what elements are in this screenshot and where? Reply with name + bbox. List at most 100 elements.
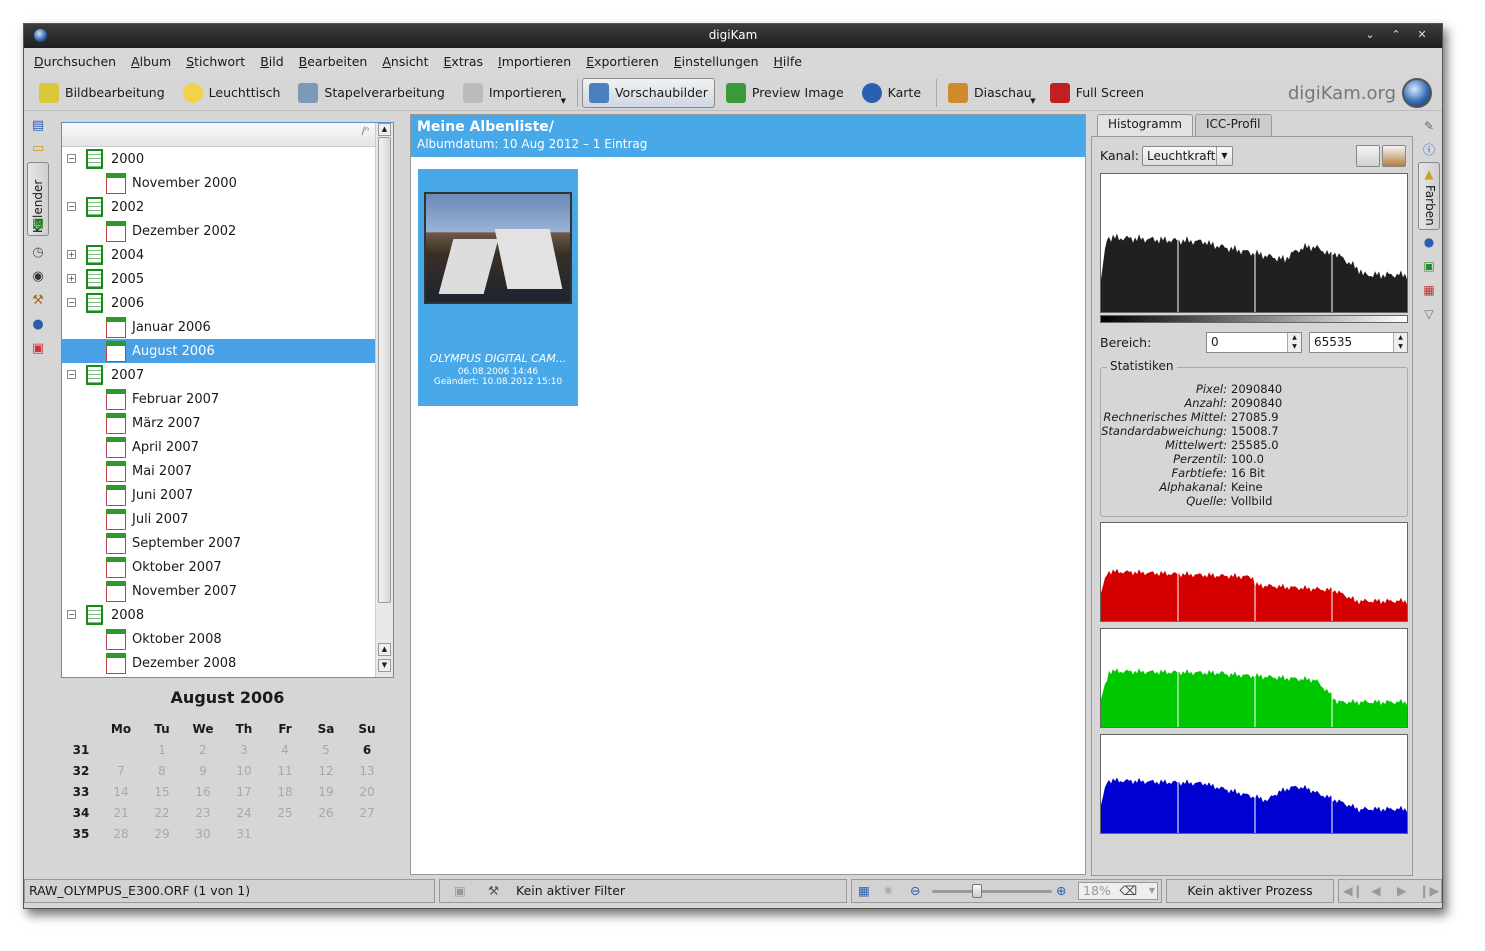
zoom-100-icon[interactable]: ◉ <box>884 880 893 902</box>
menu-einstellungen[interactable]: Einstellungen <box>674 54 759 69</box>
calendar-day[interactable]: 14 <box>101 785 141 799</box>
calendar-day[interactable]: 30 <box>183 827 223 841</box>
tree-month-item[interactable]: Oktober 2008 <box>62 627 376 651</box>
channel-select[interactable]: Leuchtkraft ▼ <box>1142 146 1233 166</box>
previous-image-icon[interactable]: ◀ <box>1371 880 1381 902</box>
timeline-icon[interactable]: ◷ <box>29 245 47 261</box>
tree-year-item[interactable]: +2004 <box>62 243 376 267</box>
tree-month-item[interactable]: März 2007 <box>62 411 376 435</box>
versions-icon[interactable]: ▣ <box>1421 258 1437 274</box>
clear-icon[interactable]: ⌫ <box>1119 883 1137 899</box>
calendar-day[interactable]: 13 <box>347 764 387 778</box>
metadata-icon[interactable]: ⓘ <box>1421 142 1437 158</box>
chevron-down-icon[interactable]: ▼ <box>1149 883 1155 899</box>
zoom-input[interactable]: 18% ⌫ ▼ <box>1078 882 1158 900</box>
expand-icon[interactable]: + <box>67 250 76 259</box>
calendar-day[interactable]: 5 <box>306 743 346 757</box>
calendar-day[interactable]: 24 <box>224 806 264 820</box>
albums-icon[interactable]: ▤ <box>29 118 47 134</box>
map-search-icon[interactable]: ● <box>29 317 47 333</box>
close-icon[interactable]: ✕ <box>1414 27 1430 43</box>
toolbar-vorschaubilder-button[interactable]: Vorschaubilder <box>581 77 715 108</box>
filter-icon[interactable]: ▽ <box>1421 306 1437 322</box>
calendar-day[interactable]: 16 <box>183 785 223 799</box>
calendar-day[interactable]: 9 <box>183 764 223 778</box>
minimize-icon[interactable]: ⌄ <box>1362 27 1378 43</box>
tree-month-item[interactable]: Oktober 2007 <box>62 555 376 579</box>
tree-month-item[interactable]: Juni 2007 <box>62 483 376 507</box>
collapse-icon[interactable]: − <box>67 370 76 379</box>
collapse-icon[interactable]: − <box>67 298 76 307</box>
expand-icon[interactable]: + <box>67 274 76 283</box>
calendar-day[interactable]: 31 <box>224 827 264 841</box>
toolbar-stapelverarbeitung-button[interactable]: Stapelverarbeitung <box>291 78 451 108</box>
calendar-tree[interactable]: ∕ⁿ − 2000 November 2000 − 2002 Dezember 2002 +… <box>61 122 394 678</box>
tree-month-item[interactable]: April 2007 <box>62 435 376 459</box>
menu-bearbeiten[interactable]: Bearbeiten <box>299 54 368 69</box>
tree-year-item[interactable]: +2005 <box>62 267 376 291</box>
properties-icon[interactable]: ✎ <box>1421 118 1437 134</box>
toolbar-preview-image-button[interactable]: Preview Image <box>719 78 851 108</box>
zoom-slider-handle[interactable] <box>972 884 982 898</box>
menu-importieren[interactable]: Importieren <box>498 54 571 69</box>
zoom-in-icon[interactable]: ⊕ <box>1056 880 1066 902</box>
maximize-icon[interactable]: ⌃ <box>1388 27 1404 43</box>
calendar-day[interactable]: 20 <box>347 785 387 799</box>
calendar-day[interactable]: 11 <box>265 764 305 778</box>
next-image-icon[interactable]: ▶ <box>1397 880 1407 902</box>
range-max-input[interactable]: 65535 ▲ ▼ <box>1309 332 1408 353</box>
calendar-day[interactable]: 17 <box>224 785 264 799</box>
calendar-day[interactable]: 1 <box>142 743 182 757</box>
tree-month-item[interactable]: Dezember 2008 <box>62 651 376 675</box>
menu-bild[interactable]: Bild <box>260 54 283 69</box>
calendar-day[interactable]: 23 <box>183 806 223 820</box>
calendar-day[interactable]: 21 <box>101 806 141 820</box>
calendar-day[interactable]: 25 <box>265 806 305 820</box>
left-splitter[interactable] <box>404 114 408 874</box>
menu-exportieren[interactable]: Exportieren <box>586 54 659 69</box>
tree-month-item[interactable]: November 2007 <box>62 579 376 603</box>
calendar-day[interactable]: 28 <box>101 827 141 841</box>
calendar-day[interactable]: 29 <box>142 827 182 841</box>
scroll-down-icon[interactable]: ▼ <box>378 659 391 672</box>
first-image-icon[interactable]: ◀❙ <box>1343 880 1363 902</box>
toolbar-leuchttisch-button[interactable]: Leuchttisch <box>176 78 288 108</box>
search-icon[interactable]: ◉ <box>29 269 47 285</box>
calendar-day[interactable]: 26 <box>306 806 346 820</box>
tree-month-item[interactable]: Januar 2006 <box>62 315 376 339</box>
geolocation-icon[interactable]: ● <box>1421 234 1437 250</box>
calendar-icon[interactable]: ▦ <box>29 216 47 232</box>
menu-extras[interactable]: Extras <box>444 54 484 69</box>
menu-durchsuchen[interactable]: Durchsuchen <box>34 54 116 69</box>
dropdown-arrow-icon[interactable]: ▼ <box>1030 97 1035 105</box>
zoom-out-icon[interactable]: ⊖ <box>910 880 920 902</box>
last-image-icon[interactable]: ❙▶ <box>1419 880 1439 902</box>
tree-month-item[interactable]: November 2000 <box>62 171 376 195</box>
tree-year-item[interactable]: − 2002 <box>62 195 376 219</box>
calendar-day[interactable]: 3 <box>224 743 264 757</box>
captions-icon[interactable]: ▦ <box>1421 282 1437 298</box>
tree-month-item[interactable]: Mai 2007 <box>62 459 376 483</box>
calendar-day[interactable]: 2 <box>183 743 223 757</box>
menu-hilfe[interactable]: Hilfe <box>774 54 802 69</box>
collapse-icon[interactable]: − <box>67 154 76 163</box>
dropdown-arrow-icon[interactable]: ▼ <box>561 97 566 105</box>
zoom-slider[interactable] <box>932 890 1052 893</box>
calendar-day[interactable]: 19 <box>306 785 346 799</box>
calendar-day[interactable]: 7 <box>101 764 141 778</box>
tree-header[interactable]: ∕ⁿ <box>62 123 393 147</box>
collapse-icon[interactable]: − <box>67 610 76 619</box>
toolbar-karte-button[interactable]: Karte <box>855 78 928 108</box>
range-min-input[interactable]: 0 ▲ ▼ <box>1206 332 1302 353</box>
tab-icc-profil[interactable]: ICC-Profil <box>1194 114 1272 136</box>
tags-icon[interactable]: ▭ <box>29 141 47 157</box>
tree-month-item[interactable]: August 2006 <box>62 339 376 363</box>
tree-month-item[interactable]: Dezember 2002 <box>62 219 376 243</box>
calendar-day[interactable]: 4 <box>265 743 305 757</box>
toolbar-bildbearbeitung-button[interactable]: Bildbearbeitung <box>32 78 172 108</box>
tree-year-item[interactable]: − 2007 <box>62 363 376 387</box>
spin-arrows-icon[interactable]: ▲ ▼ <box>1393 333 1407 352</box>
tree-year-item[interactable]: − 2006 <box>62 291 376 315</box>
scroll-up-icon[interactable]: ▲ <box>378 123 391 136</box>
linear-scale-icon[interactable] <box>1356 145 1380 167</box>
